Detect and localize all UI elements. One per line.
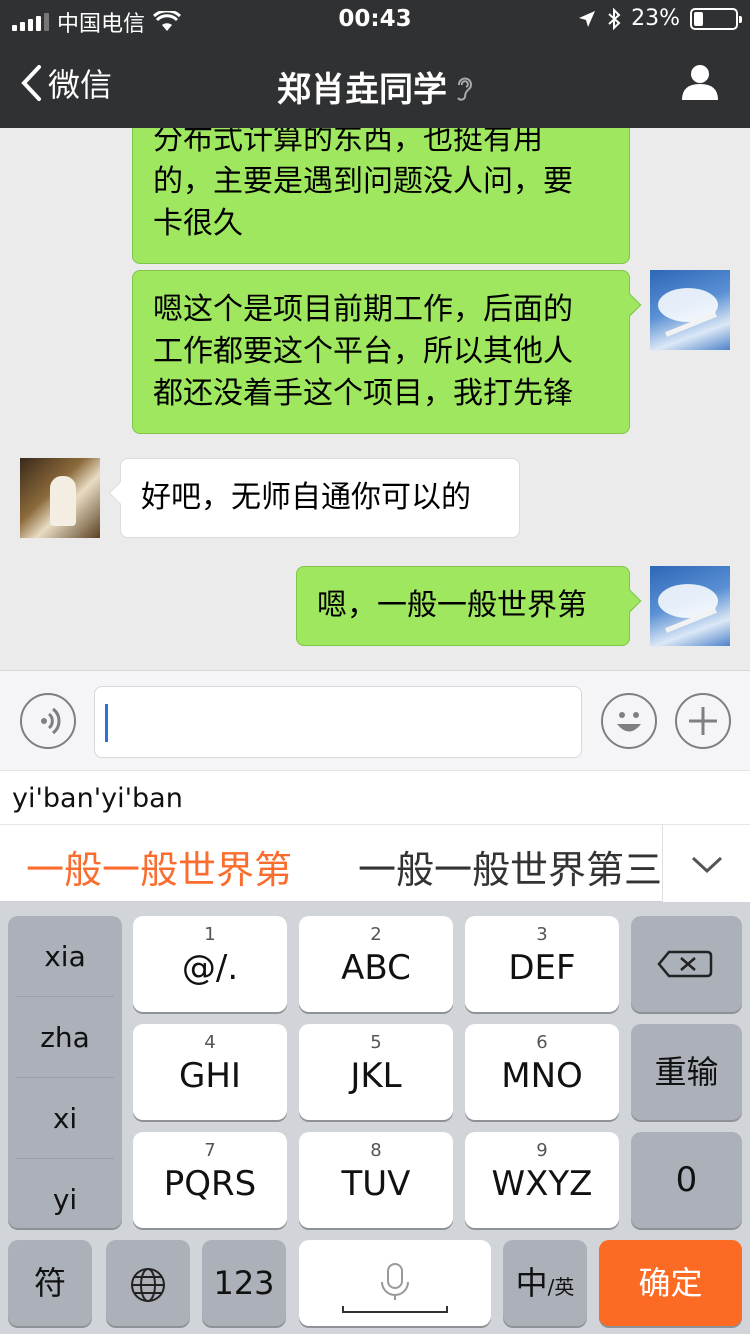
emoji-button[interactable] <box>601 693 657 749</box>
pinyin-option[interactable]: zha <box>16 997 114 1078</box>
backspace-key[interactable] <box>631 916 742 1012</box>
key-2[interactable]: 2 ABC <box>299 916 453 1012</box>
more-button[interactable] <box>675 693 731 749</box>
battery-icon <box>690 7 742 30</box>
symbol-key[interactable]: 符 <box>8 1240 92 1326</box>
key-7[interactable]: 7 PQRS <box>133 1132 287 1228</box>
message-line: 卡很久 <box>153 206 243 241</box>
my-avatar[interactable] <box>650 566 730 646</box>
pinyin-composition: yi'ban'yi'ban <box>0 770 750 824</box>
key-9[interactable]: 9 WXYZ <box>465 1132 619 1228</box>
contact-avatar[interactable] <box>20 458 100 538</box>
message-line: 嗯这个是项目前期工作，后面的 <box>153 292 573 327</box>
confirm-key[interactable]: 确定 <box>599 1240 742 1326</box>
chat-title-wrap: 郑肖垚同学 <box>0 62 750 111</box>
expand-candidates-button[interactable] <box>662 825 750 903</box>
nav-bar: 微信 郑肖垚同学 <box>0 40 750 128</box>
pinyin-option[interactable]: yi <box>16 1159 114 1240</box>
key-6[interactable]: 6 MNO <box>465 1024 619 1120</box>
contact-profile-icon[interactable] <box>680 62 720 102</box>
chat-title: 郑肖垚同学 <box>277 70 447 110</box>
candidate-bar: 一般一般世界第 一般一般世界第三 <box>0 824 750 903</box>
number-mode-key[interactable]: 123 <box>202 1240 286 1326</box>
message-bubble-sent[interactable]: 嗯，一般一般世界第 <box>296 566 642 646</box>
my-avatar[interactable] <box>650 270 730 350</box>
message-line: 工作都要这个平台，所以其他人 <box>153 334 573 369</box>
voice-wave-icon <box>41 707 61 735</box>
message-line: 嗯，一般一般世界第 <box>317 588 587 623</box>
status-right: 23% <box>577 6 742 31</box>
message-bubble-received[interactable]: 好吧，无师自通你可以的 <box>108 458 520 538</box>
reinput-key[interactable]: 重输 <box>631 1024 742 1120</box>
backspace-icon <box>657 950 713 978</box>
key-1[interactable]: 1 @/. <box>133 916 287 1012</box>
chevron-down-icon <box>691 856 723 874</box>
message-bubble-sent[interactable]: 分布式计算的东西，也挺有用 的，主要是遇到问题没人问，要 卡很久 <box>132 128 630 264</box>
bluetooth-icon <box>608 7 621 30</box>
earpiece-mode-icon <box>457 77 472 101</box>
top-bar: 中国电信 00:43 23% 微信 郑肖垚同学 <box>0 0 750 128</box>
message-input[interactable] <box>94 686 582 758</box>
globe-key[interactable] <box>106 1240 190 1326</box>
keyboard: xia zha xi yi 1 @/. 2 ABC 3 DEF 4 GHI 5 JKL 6… <box>0 902 750 1334</box>
microphone-icon <box>342 1263 448 1313</box>
status-bar: 中国电信 00:43 23% <box>0 0 750 40</box>
message-bubble-sent[interactable]: 嗯这个是项目前期工作，后面的 工作都要这个平台，所以其他人 都还没着手这个项目，… <box>132 270 642 434</box>
plus-icon <box>689 707 717 735</box>
location-icon <box>579 10 596 27</box>
key-4[interactable]: 4 GHI <box>133 1024 287 1120</box>
candidate-2[interactable]: 一般一般世界第三 <box>358 839 660 894</box>
space-key[interactable] <box>299 1240 491 1326</box>
input-bar <box>0 670 750 770</box>
key-8[interactable]: 8 TUV <box>299 1132 453 1228</box>
pinyin-option-list[interactable]: xia zha xi yi <box>8 916 122 1228</box>
language-sub: /英 <box>547 1275 575 1299</box>
message-line: 的，主要是遇到问题没人问，要 <box>153 164 573 199</box>
text-cursor <box>105 704 108 742</box>
language-switch-key[interactable]: 中/英 <box>503 1240 587 1326</box>
language-main: 中 <box>515 1264 548 1302</box>
key-5[interactable]: 5 JKL <box>299 1024 453 1120</box>
key-3[interactable]: 3 DEF <box>465 916 619 1012</box>
candidate-1[interactable]: 一般一般世界第 <box>26 839 292 894</box>
battery-percent: 23% <box>631 6 680 31</box>
pinyin-option[interactable]: xi <box>16 1078 114 1159</box>
battery-fill <box>694 11 703 26</box>
message-line: 都还没着手这个项目，我打先锋 <box>153 376 573 411</box>
pinyin-option[interactable]: xia <box>16 916 114 997</box>
globe-icon <box>131 1268 165 1302</box>
voice-button[interactable] <box>20 693 76 749</box>
key-0[interactable]: 0 <box>631 1132 742 1228</box>
message-line: 分布式计算的东西，也挺有用 <box>153 128 543 157</box>
message-list[interactable]: 分布式计算的东西，也挺有用 的，主要是遇到问题没人问，要 卡很久 嗯这个是项目前… <box>0 128 750 670</box>
smiley-icon <box>617 712 641 732</box>
message-line: 好吧，无师自通你可以的 <box>141 480 471 515</box>
